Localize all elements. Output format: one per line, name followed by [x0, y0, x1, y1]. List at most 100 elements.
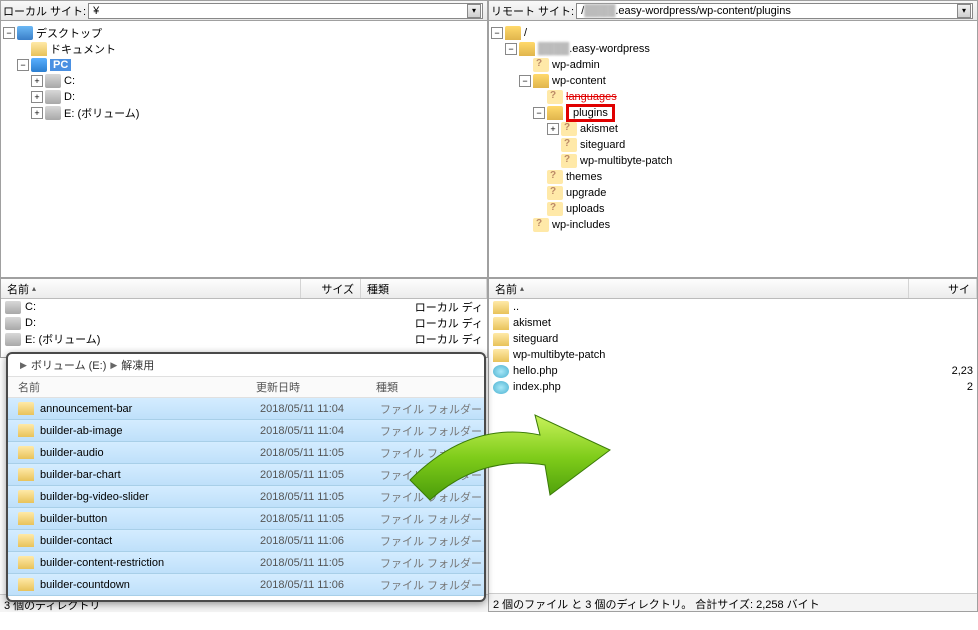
col-size[interactable]: サイズ: [301, 279, 361, 298]
row-name: siteguard: [513, 333, 558, 345]
col-name[interactable]: 名前▴: [489, 279, 909, 298]
col-type[interactable]: 種類: [366, 379, 484, 395]
row-name: akismet: [513, 317, 551, 329]
tree-node-drive-c[interactable]: + C:: [3, 73, 485, 89]
drive-icon: [45, 74, 61, 88]
tree-node-themes[interactable]: themes: [491, 169, 975, 185]
unknown-folder-icon: [547, 90, 563, 104]
tree-node-languages[interactable]: languages: [491, 89, 975, 105]
local-path-input[interactable]: ¥ ▾: [88, 3, 483, 19]
remote-status-bar: 2 個のファイル と 3 個のディレクトリ。 合計サイズ: 2,258 バイト: [489, 593, 977, 611]
remote-path-dropdown-icon[interactable]: ▾: [957, 4, 971, 18]
local-list-body[interactable]: C:ローカル ディ D:ローカル ディ E: (ボリューム)ローカル ディ: [1, 299, 487, 347]
tree-node-upgrade[interactable]: upgrade: [491, 185, 975, 201]
list-row-file[interactable]: hello.php2,23: [489, 363, 977, 379]
tree-expand-icon[interactable]: +: [31, 91, 43, 103]
tree-expand-icon[interactable]: +: [31, 107, 43, 119]
list-row-folder[interactable]: akismet: [489, 315, 977, 331]
tree-node-site[interactable]: − ████ .easy-wordpress: [491, 41, 975, 57]
local-path-text: ¥: [93, 5, 99, 17]
remote-site-panel: リモート サイト: / ████ .easy-wordpress/wp-cont…: [488, 0, 978, 278]
tree-node-uploads[interactable]: uploads: [491, 201, 975, 217]
list-row-drive[interactable]: D:ローカル ディ: [1, 315, 487, 331]
crumb-item[interactable]: 解凍用: [121, 357, 154, 373]
tree-label: C:: [64, 75, 75, 87]
tree-expand-icon[interactable]: +: [31, 75, 43, 87]
list-row-drive[interactable]: C:ローカル ディ: [1, 299, 487, 315]
row-name: builder-button: [40, 513, 260, 525]
row-date: 2018/05/11 11:05: [260, 447, 380, 459]
col-type[interactable]: 種類: [361, 279, 487, 298]
tree-label: wp-includes: [552, 219, 610, 231]
explorer-columns: 名前 更新日時 種類: [8, 376, 484, 398]
tree-label: D:: [64, 91, 75, 103]
remote-list-header: 名前▴ サイ: [489, 279, 977, 299]
tree-node-wp-content[interactable]: − wp-content: [491, 73, 975, 89]
row-date: 2018/05/11 11:05: [260, 469, 380, 481]
drive-icon: [45, 106, 61, 120]
tree-label: ドキュメント: [50, 41, 116, 57]
tree-node-root[interactable]: − /: [491, 25, 975, 41]
tree-node-wp-multibyte[interactable]: wp-multibyte-patch: [491, 153, 975, 169]
tree-node-drive-e[interactable]: + E: (ボリューム): [3, 105, 485, 121]
col-name[interactable]: 名前▴: [1, 279, 301, 298]
col-date[interactable]: 更新日時: [246, 379, 366, 395]
tree-label-highlighted: plugins: [566, 104, 615, 122]
tree-node-wp-admin[interactable]: wp-admin: [491, 57, 975, 73]
col-name[interactable]: 名前: [8, 379, 246, 395]
php-file-icon: [493, 381, 509, 394]
explorer-row[interactable]: builder-countdown2018/05/11 11:06ファイル フォ…: [8, 574, 484, 596]
tree-label: siteguard: [580, 139, 625, 151]
row-date: 2018/05/11 11:04: [260, 425, 380, 437]
explorer-row[interactable]: builder-button2018/05/11 11:05ファイル フォルダー: [8, 508, 484, 530]
row-name: builder-content-restriction: [40, 557, 260, 569]
list-row-up[interactable]: ..: [489, 299, 977, 315]
row-name: index.php: [513, 381, 561, 393]
folder-icon: [18, 534, 34, 547]
tree-expand-icon[interactable]: +: [547, 123, 559, 135]
tree-collapse-icon[interactable]: −: [505, 43, 517, 55]
tree-node-akismet[interactable]: + akismet: [491, 121, 975, 137]
row-name: wp-multibyte-patch: [513, 349, 605, 361]
tree-node-documents[interactable]: ドキュメント: [3, 41, 485, 57]
list-row-folder[interactable]: siteguard: [489, 331, 977, 347]
tree-node-desktop[interactable]: − デスクトップ: [3, 25, 485, 41]
tree-collapse-icon[interactable]: −: [17, 59, 29, 71]
remote-path-blurred: ████: [584, 5, 615, 17]
row-name: E: (ボリューム): [25, 331, 100, 347]
crumb-item[interactable]: ボリューム (E:): [31, 357, 106, 373]
explorer-row[interactable]: builder-contact2018/05/11 11:06ファイル フォルダ…: [8, 530, 484, 552]
tree-node-siteguard[interactable]: siteguard: [491, 137, 975, 153]
tree-label: themes: [566, 171, 602, 183]
col-size[interactable]: サイ: [909, 279, 977, 298]
list-row-drive[interactable]: E: (ボリューム)ローカル ディ: [1, 331, 487, 347]
tree-label: wp-content: [552, 75, 606, 87]
tree-collapse-icon[interactable]: −: [533, 107, 545, 119]
row-name: hello.php: [513, 365, 558, 377]
local-path-dropdown-icon[interactable]: ▾: [467, 4, 481, 18]
local-list-header: 名前▴ サイズ 種類: [1, 279, 487, 299]
tree-collapse-icon[interactable]: −: [491, 27, 503, 39]
row-name: builder-bg-video-slider: [40, 491, 260, 503]
tree-collapse-icon[interactable]: −: [519, 75, 531, 87]
drive-icon: [45, 90, 61, 104]
list-row-folder[interactable]: wp-multibyte-patch: [489, 347, 977, 363]
tree-node-plugins[interactable]: − plugins: [491, 105, 975, 121]
drive-icon: [5, 301, 21, 314]
explorer-row[interactable]: builder-content-restriction2018/05/11 11…: [8, 552, 484, 574]
explorer-breadcrumb[interactable]: ▶ ボリューム (E:) ▶ 解凍用: [8, 354, 484, 376]
row-type: ローカル ディ: [415, 299, 487, 315]
desktop-icon: [17, 26, 33, 40]
row-name: builder-ab-image: [40, 425, 260, 437]
drive-icon: [5, 333, 21, 346]
remote-site-label: リモート サイト:: [491, 3, 574, 19]
tree-node-wp-includes[interactable]: wp-includes: [491, 217, 975, 233]
tree-collapse-icon[interactable]: −: [3, 27, 15, 39]
tree-node-pc[interactable]: − PC: [3, 57, 485, 73]
local-site-panel: ローカル サイト: ¥ ▾ − デスクトップ ドキュメント −: [0, 0, 488, 278]
tree-node-drive-d[interactable]: + D:: [3, 89, 485, 105]
remote-tree[interactable]: − / − ████ .easy-wordpress wp-admin −: [489, 21, 977, 237]
local-tree[interactable]: − デスクトップ ドキュメント − PC + C:: [1, 21, 487, 125]
remote-path-input[interactable]: / ████ .easy-wordpress/wp-content/plugin…: [576, 3, 973, 19]
list-row-file[interactable]: index.php2: [489, 379, 977, 395]
